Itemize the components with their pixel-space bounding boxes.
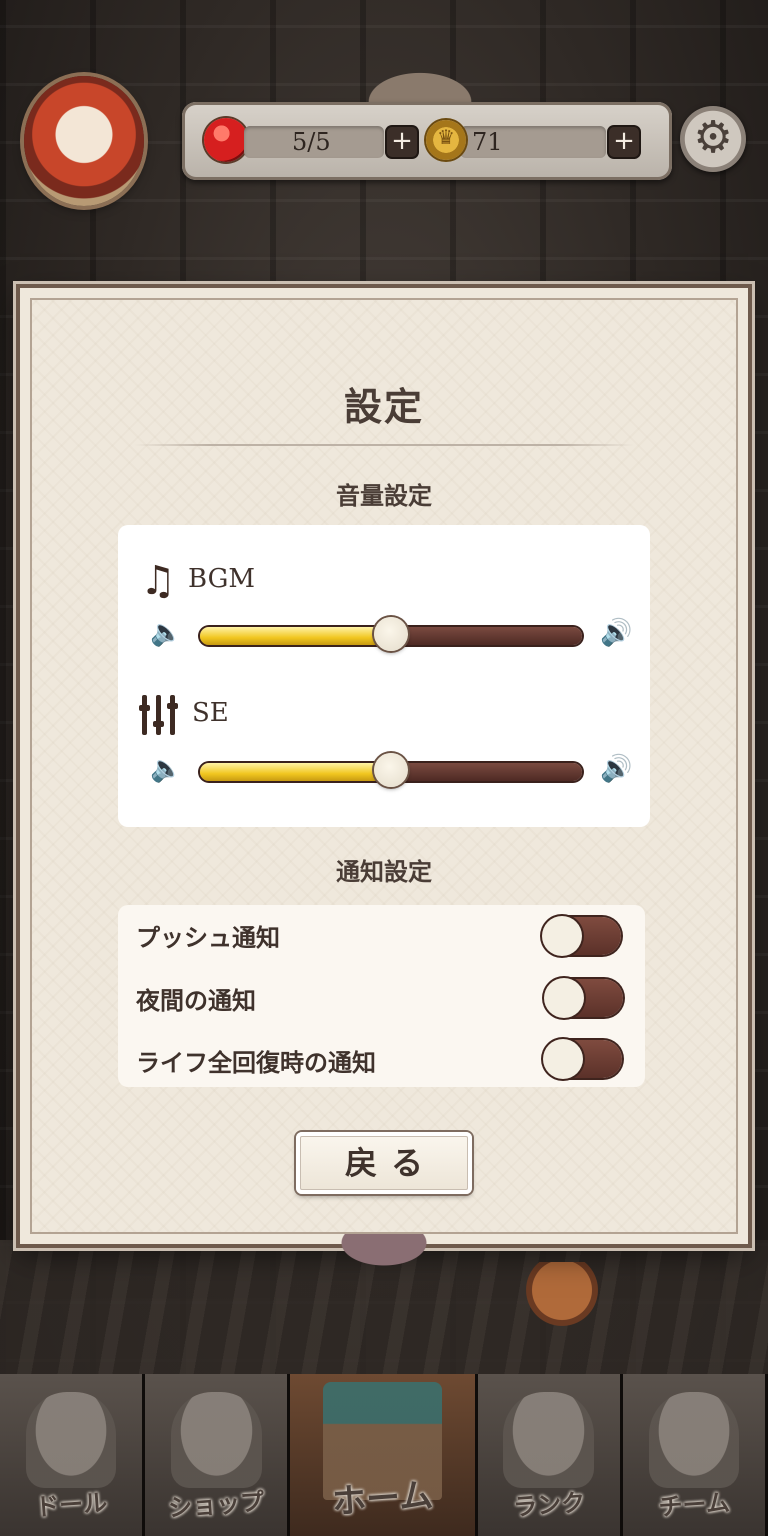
bottom-navigation: ドール ショップ ホーム ランク チーム <box>0 1374 768 1536</box>
team-hat-icon <box>648 1392 740 1488</box>
nav-tab-team[interactable]: チーム <box>622 1374 768 1536</box>
dialog-ornament <box>318 1234 450 1278</box>
bgm-slider[interactable] <box>200 617 582 651</box>
nav-tab-rank[interactable]: ランク <box>477 1374 623 1536</box>
player-avatar[interactable] <box>24 76 144 206</box>
night-notification-toggle[interactable] <box>544 978 623 1018</box>
se-slider-knob[interactable] <box>374 753 408 787</box>
life-recovered-notification-label: ライフ全回復時の通知 <box>136 1048 376 1077</box>
equalizer-icon <box>139 695 178 735</box>
bgm-slider-fill <box>200 627 391 645</box>
se-slider[interactable] <box>200 753 582 787</box>
nav-tab-label: ホーム <box>330 1475 435 1523</box>
se-label: SE <box>192 698 229 728</box>
shop-house-icon <box>170 1392 262 1488</box>
bgm-label: BGM <box>188 564 255 594</box>
trophy-icon <box>503 1392 595 1488</box>
add-coins-button[interactable]: + <box>609 127 639 157</box>
se-slider-fill <box>200 763 391 781</box>
se-mute-icon[interactable]: 🔈 <box>150 754 182 784</box>
notification-section-heading: 通知設定 <box>336 857 432 886</box>
nav-tab-label: ドール <box>34 1488 109 1522</box>
status-ornament <box>360 68 480 102</box>
hat-icon <box>25 1392 117 1488</box>
add-life-button[interactable]: + <box>387 127 417 157</box>
life-recovered-notification-toggle[interactable] <box>543 1039 622 1079</box>
bgm-mute-icon[interactable]: 🔈 <box>150 618 182 648</box>
nav-tab-label: ランク <box>512 1488 586 1522</box>
volume-section-heading: 音量設定 <box>336 481 432 510</box>
nav-tab-label: ショップ <box>167 1487 266 1523</box>
toggle-knob <box>542 916 582 956</box>
toggle-knob <box>544 978 584 1018</box>
se-max-volume-icon[interactable]: 🔊 <box>600 754 632 784</box>
bgm-slider-knob[interactable] <box>374 617 408 651</box>
toggle-knob <box>543 1039 583 1079</box>
settings-gear-button[interactable]: ⚙ <box>680 106 746 172</box>
balloon-decoration <box>520 1262 604 1332</box>
night-notification-label: 夜間の通知 <box>136 986 256 1015</box>
nav-tab-label: チーム <box>657 1488 731 1522</box>
dialog-title: 設定 <box>343 384 424 429</box>
nav-tab-shop[interactable]: ショップ <box>145 1374 291 1536</box>
life-potion-icon <box>204 118 248 162</box>
music-note-icon: ♫ <box>140 558 176 604</box>
back-button[interactable]: 戻る <box>296 1132 472 1194</box>
crown-coin-icon <box>426 120 466 160</box>
coin-counter: 71 <box>472 128 503 156</box>
nav-tab-home[interactable]: ホーム <box>290 1374 478 1536</box>
bgm-max-volume-icon[interactable]: 🔊 <box>600 618 632 648</box>
push-notification-label: プッシュ通知 <box>136 923 280 952</box>
push-notification-toggle[interactable] <box>542 916 621 956</box>
nav-tab-doll[interactable]: ドール <box>0 1374 146 1536</box>
life-counter: 5/5 <box>292 128 331 156</box>
title-divider <box>134 444 634 446</box>
